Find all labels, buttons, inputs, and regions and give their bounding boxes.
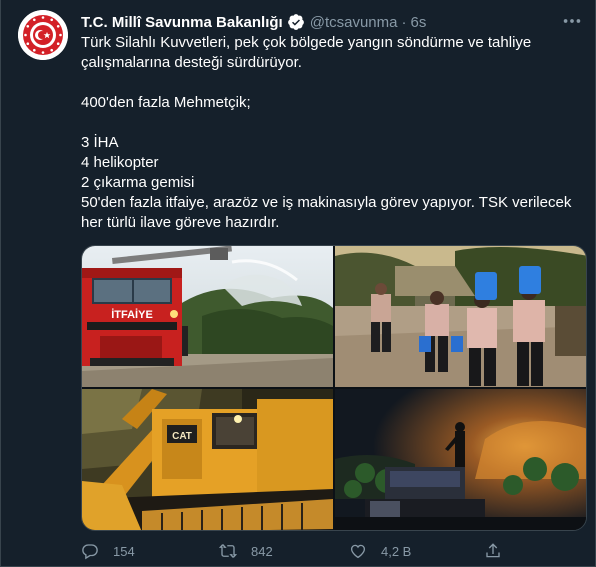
account-name[interactable]: T.C. Millî Savunma Bakanlığı — [81, 14, 283, 31]
photo-night-fire[interactable] — [335, 389, 586, 530]
photo-fire-truck[interactable]: İTFAİYE — [82, 246, 333, 387]
photo-soldiers-water[interactable] — [335, 246, 586, 387]
tweet-line: 400'den fazla Mehmetçik; — [81, 94, 251, 111]
ministry-emblem-icon — [18, 10, 68, 60]
share-button[interactable] — [484, 542, 502, 560]
share-icon — [486, 543, 500, 558]
verified-badge-icon — [287, 14, 304, 30]
tweet-text: Türk Silahlı Kuvvetleri, pek çok bölgede… — [81, 33, 581, 233]
like-button[interactable]: 4,2 B — [349, 542, 411, 560]
line-break — [81, 73, 581, 93]
retweet-icon — [219, 544, 237, 558]
separator-dot: · — [401, 13, 407, 31]
truck-label: İTFAİYE — [111, 308, 153, 321]
account-handle[interactable]: @tcsavunma — [310, 14, 398, 31]
photo-bulldozer[interactable]: CAT — [82, 389, 333, 530]
tweet-line: 2 çıkarma gemisi — [81, 174, 195, 191]
tweet-line: 4 helikopter — [81, 154, 159, 171]
tweet-line: 3 İHA — [81, 134, 119, 151]
retweet-button[interactable]: 842 — [219, 542, 273, 560]
media-grid: İTFAİYE CAT — [81, 245, 587, 531]
retweet-count: 842 — [251, 543, 273, 559]
tweet-header: T.C. Millî Savunma Bakanlığı @tcsavunma … — [81, 12, 426, 32]
avatar[interactable] — [18, 10, 68, 60]
dozer-label: CAT — [172, 431, 192, 442]
reply-icon — [82, 544, 98, 560]
line-break — [81, 113, 581, 133]
tweet-card[interactable]: T.C. Millî Savunma Bakanlığı @tcsavunma … — [0, 0, 596, 567]
reply-count: 154 — [113, 543, 135, 559]
tweet-line: 50'den fazla itfaiye, arazöz ve iş makin… — [81, 194, 572, 231]
more-options-icon[interactable] — [561, 10, 583, 32]
like-icon — [350, 544, 366, 559]
tweet-line: Türk Silahlı Kuvvetleri, pek çok bölgede… — [81, 34, 532, 71]
like-count: 4,2 B — [381, 543, 412, 559]
timestamp[interactable]: 6s — [410, 14, 426, 31]
reply-button[interactable]: 154 — [81, 542, 135, 560]
action-bar: 154 842 4,2 B — [81, 542, 581, 564]
